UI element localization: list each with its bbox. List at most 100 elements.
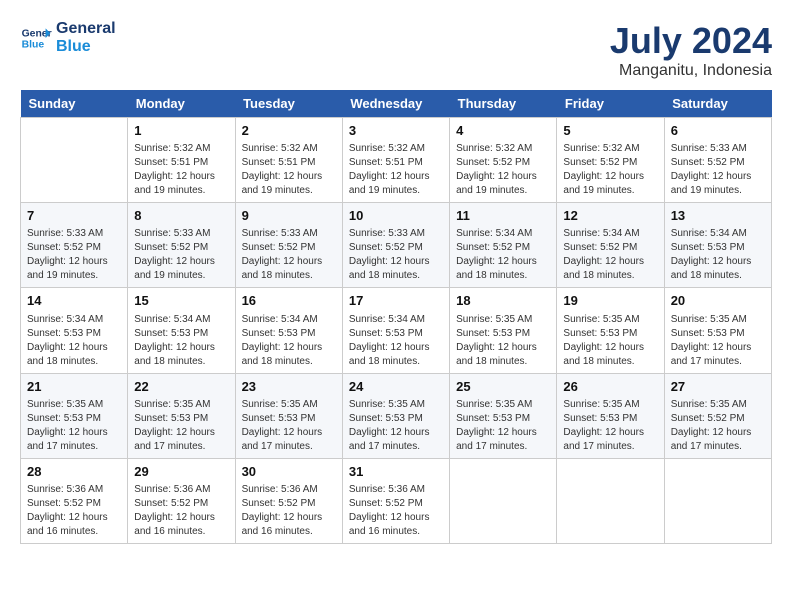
weekday-header-thursday: Thursday — [450, 90, 557, 118]
cell-date-number: 15 — [134, 292, 228, 310]
calendar-cell: 23Sunrise: 5:35 AMSunset: 5:53 PMDayligh… — [235, 373, 342, 458]
calendar-cell: 24 Sunrise: 5:35 AMSunset: 5:53 PMDayligh… — [342, 373, 449, 458]
cell-date-number: 9 — [242, 207, 336, 225]
calendar-cell — [557, 458, 664, 543]
calendar-header-row: SundayMondayTuesdayWednesdayThursdayFrid… — [21, 90, 772, 118]
page-header: General Blue General Blue July 2024 Mang… — [20, 20, 772, 80]
cell-info: Sunrise: 5:35 AMSunset: 5:52 PMDaylight:… — [671, 398, 765, 454]
cell-info: Sunrise: 5:32 AMSunset: 5:51 PMDaylight:… — [242, 142, 336, 198]
calendar-cell: 11Sunrise: 5:34 AMSunset: 5:52 PMDayligh… — [450, 203, 557, 288]
calendar-cell — [450, 458, 557, 543]
calendar-cell: 5 Sunrise: 5:32 AMSunset: 5:52 PMDaylight… — [557, 118, 664, 203]
cell-info: Sunrise: 5:36 AMSunset: 5:52 PMDaylight:… — [27, 483, 121, 539]
cell-date-number: 6 — [671, 122, 765, 140]
cell-info: Sunrise: 5:34 AMSunset: 5:53 PMDaylight:… — [242, 313, 336, 369]
cell-date-number: 18 — [456, 292, 550, 310]
calendar-week-row: 14 Sunrise: 5:34 AMSunset: 5:53 PMDayligh… — [21, 288, 772, 373]
cell-date-number: 22 — [134, 378, 228, 396]
cell-info: Sunrise: 5:35 AMSunset: 5:53 PMDaylight:… — [456, 398, 550, 454]
cell-date-number: 14 — [27, 292, 121, 310]
title-section: July 2024 Manganitu, Indonesia — [610, 20, 772, 80]
calendar-cell: 9 Sunrise: 5:33 AMSunset: 5:52 PMDaylight… — [235, 203, 342, 288]
calendar-week-row: 28 Sunrise: 5:36 AMSunset: 5:52 PMDayligh… — [21, 458, 772, 543]
calendar-cell: 31 Sunrise: 5:36 AMSunset: 5:52 PMDayligh… — [342, 458, 449, 543]
cell-date-number: 31 — [349, 463, 443, 481]
calendar-cell: 3Sunrise: 5:32 AMSunset: 5:51 PMDaylight… — [342, 118, 449, 203]
cell-info: Sunrise: 5:36 AMSunset: 5:52 PMDaylight:… — [349, 483, 443, 539]
calendar-week-row: 1 Sunrise: 5:32 AMSunset: 5:51 PMDaylight… — [21, 118, 772, 203]
calendar-cell: 19 Sunrise: 5:35 AMSunset: 5:53 PMDayligh… — [557, 288, 664, 373]
cell-date-number: 7 — [27, 207, 121, 225]
cell-info: Sunrise: 5:36 AMSunset: 5:52 PMDaylight:… — [242, 483, 336, 539]
cell-date-number: 12 — [563, 207, 657, 225]
calendar-week-row: 21Sunrise: 5:35 AMSunset: 5:53 PMDayligh… — [21, 373, 772, 458]
logo-general: General — [56, 20, 116, 38]
cell-date-number: 24 — [349, 378, 443, 396]
cell-info: Sunrise: 5:34 AMSunset: 5:52 PMDaylight:… — [563, 227, 657, 283]
cell-info: Sunrise: 5:35 AMSunset: 5:53 PMDaylight:… — [563, 313, 657, 369]
cell-info: Sunrise: 5:32 AMSunset: 5:52 PMDaylight:… — [456, 142, 550, 198]
cell-info: Sunrise: 5:35 AMSunset: 5:53 PMDaylight:… — [671, 313, 765, 369]
cell-date-number: 16 — [242, 292, 336, 310]
calendar-cell: 17 Sunrise: 5:34 AMSunset: 5:53 PMDayligh… — [342, 288, 449, 373]
weekday-header-sunday: Sunday — [21, 90, 128, 118]
calendar-cell: 18 Sunrise: 5:35 AMSunset: 5:53 PMDayligh… — [450, 288, 557, 373]
calendar-cell: 4 Sunrise: 5:32 AMSunset: 5:52 PMDaylight… — [450, 118, 557, 203]
cell-date-number: 30 — [242, 463, 336, 481]
cell-date-number: 2 — [242, 122, 336, 140]
cell-date-number: 8 — [134, 207, 228, 225]
calendar-cell: 30 Sunrise: 5:36 AMSunset: 5:52 PMDayligh… — [235, 458, 342, 543]
cell-date-number: 29 — [134, 463, 228, 481]
cell-date-number: 27 — [671, 378, 765, 396]
cell-date-number: 1 — [134, 122, 228, 140]
cell-info: Sunrise: 5:35 AMSunset: 5:53 PMDaylight:… — [134, 398, 228, 454]
cell-info: Sunrise: 5:34 AMSunset: 5:53 PMDaylight:… — [349, 313, 443, 369]
calendar-cell: 7 Sunrise: 5:33 AMSunset: 5:52 PMDaylight… — [21, 203, 128, 288]
calendar-cell: 22 Sunrise: 5:35 AMSunset: 5:53 PMDayligh… — [128, 373, 235, 458]
calendar-cell: 25Sunrise: 5:35 AMSunset: 5:53 PMDayligh… — [450, 373, 557, 458]
calendar-cell: 16 Sunrise: 5:34 AMSunset: 5:53 PMDayligh… — [235, 288, 342, 373]
calendar-cell: 14 Sunrise: 5:34 AMSunset: 5:53 PMDayligh… — [21, 288, 128, 373]
weekday-header-saturday: Saturday — [664, 90, 771, 118]
calendar-cell: 15Sunrise: 5:34 AMSunset: 5:53 PMDayligh… — [128, 288, 235, 373]
cell-date-number: 20 — [671, 292, 765, 310]
cell-date-number: 23 — [242, 378, 336, 396]
cell-info: Sunrise: 5:34 AMSunset: 5:53 PMDaylight:… — [27, 313, 121, 369]
cell-info: Sunrise: 5:35 AMSunset: 5:53 PMDaylight:… — [563, 398, 657, 454]
calendar-cell: 6 Sunrise: 5:33 AMSunset: 5:52 PMDaylight… — [664, 118, 771, 203]
calendar-cell: 1 Sunrise: 5:32 AMSunset: 5:51 PMDaylight… — [128, 118, 235, 203]
logo-wordmark: General Blue — [56, 20, 116, 55]
cell-info: Sunrise: 5:33 AMSunset: 5:52 PMDaylight:… — [671, 142, 765, 198]
cell-info: Sunrise: 5:34 AMSunset: 5:53 PMDaylight:… — [671, 227, 765, 283]
calendar-cell: 20 Sunrise: 5:35 AMSunset: 5:53 PMDayligh… — [664, 288, 771, 373]
cell-info: Sunrise: 5:33 AMSunset: 5:52 PMDaylight:… — [27, 227, 121, 283]
cell-info: Sunrise: 5:32 AMSunset: 5:52 PMDaylight:… — [563, 142, 657, 198]
cell-date-number: 28 — [27, 463, 121, 481]
cell-date-number: 26 — [563, 378, 657, 396]
cell-info: Sunrise: 5:32 AMSunset: 5:51 PMDaylight:… — [134, 142, 228, 198]
cell-date-number: 17 — [349, 292, 443, 310]
cell-date-number: 19 — [563, 292, 657, 310]
cell-info: Sunrise: 5:35 AMSunset: 5:53 PMDaylight:… — [349, 398, 443, 454]
calendar-table: SundayMondayTuesdayWednesdayThursdayFrid… — [20, 90, 772, 544]
calendar-cell: 27 Sunrise: 5:35 AMSunset: 5:52 PMDayligh… — [664, 373, 771, 458]
weekday-header-monday: Monday — [128, 90, 235, 118]
cell-date-number: 5 — [563, 122, 657, 140]
calendar-cell: 2 Sunrise: 5:32 AMSunset: 5:51 PMDaylight… — [235, 118, 342, 203]
calendar-cell: 21Sunrise: 5:35 AMSunset: 5:53 PMDayligh… — [21, 373, 128, 458]
cell-info: Sunrise: 5:32 AMSunset: 5:51 PMDaylight:… — [349, 142, 443, 198]
logo-icon: General Blue — [20, 22, 52, 54]
logo-blue: Blue — [56, 38, 116, 56]
cell-info: Sunrise: 5:35 AMSunset: 5:53 PMDaylight:… — [456, 313, 550, 369]
calendar-cell — [21, 118, 128, 203]
calendar-cell: 29Sunrise: 5:36 AMSunset: 5:52 PMDayligh… — [128, 458, 235, 543]
cell-date-number: 4 — [456, 122, 550, 140]
calendar-cell: 10Sunrise: 5:33 AMSunset: 5:52 PMDayligh… — [342, 203, 449, 288]
cell-date-number: 10 — [349, 207, 443, 225]
weekday-header-tuesday: Tuesday — [235, 90, 342, 118]
weekday-header-friday: Friday — [557, 90, 664, 118]
calendar-week-row: 7 Sunrise: 5:33 AMSunset: 5:52 PMDaylight… — [21, 203, 772, 288]
calendar-cell: 26 Sunrise: 5:35 AMSunset: 5:53 PMDayligh… — [557, 373, 664, 458]
cell-info: Sunrise: 5:33 AMSunset: 5:52 PMDaylight:… — [242, 227, 336, 283]
cell-info: Sunrise: 5:35 AMSunset: 5:53 PMDaylight:… — [27, 398, 121, 454]
